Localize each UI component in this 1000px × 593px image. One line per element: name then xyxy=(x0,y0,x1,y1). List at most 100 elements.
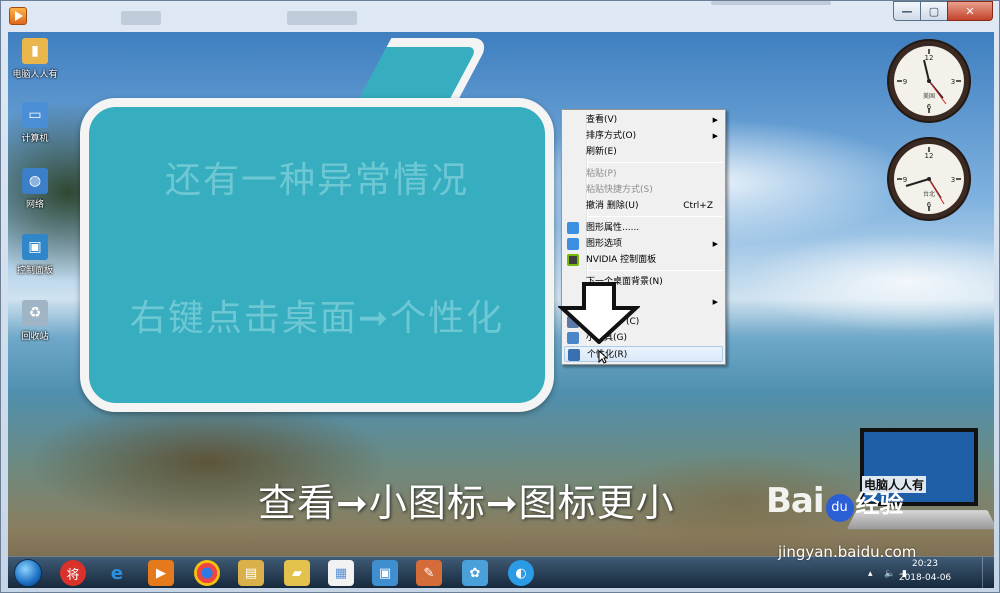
menu-item-personalize[interactable]: 个性化(R) xyxy=(564,346,723,362)
network-icon: ◍ xyxy=(22,168,48,194)
control-panel-icon: ▣ xyxy=(378,565,392,581)
menu-item-label: 刷新(E) xyxy=(586,147,617,157)
menu-separator xyxy=(588,270,723,271)
tray-arrow-icon[interactable]: ▴ xyxy=(868,569,873,579)
taskbar-app-paint[interactable]: ✎ xyxy=(416,560,442,586)
submenu-arrow-icon: ▶ xyxy=(712,240,718,248)
maximize-button[interactable]: ▢ xyxy=(920,1,948,21)
media-player-icon: ▶ xyxy=(156,565,166,581)
desktop-icon-label: 计算机 xyxy=(21,134,49,144)
menu-item-view[interactable]: 查看(V) ▶ xyxy=(564,112,723,128)
watermark-logo-suffix: 经验 xyxy=(855,490,904,518)
show-desktop-button[interactable] xyxy=(982,557,994,589)
taskbar-date[interactable]: 2018-04-06 xyxy=(890,573,960,583)
down-arrow-icon xyxy=(558,282,640,344)
clock-label: 台北 xyxy=(923,190,935,198)
tutorial-caption: 查看➞小图标➞图标更小 xyxy=(258,481,675,525)
menu-item-label: 排序方式(O) xyxy=(586,131,637,141)
document-icon: ▦ xyxy=(334,565,348,581)
desktop-icon-network[interactable]: ◍ 网络 xyxy=(8,168,62,210)
app-window: — ▢ ✕ ▮ 电脑人人有 ▭ 计算机 ◍ 网络 ▣ 控制面板 ♻ 回收站 还有… xyxy=(0,0,1000,593)
baidu-watermark: Bai du 经验 jingyan.baidu.com xyxy=(766,481,916,561)
graphics-properties-icon xyxy=(567,222,579,234)
menu-separator xyxy=(588,216,723,217)
menu-item-paste[interactable]: 粘贴(P) xyxy=(564,166,723,182)
desktop-icon-control-panel[interactable]: ▣ 控制面板 xyxy=(8,234,62,276)
taskbar-app-control-panel[interactable]: ▣ xyxy=(372,560,398,586)
menu-item-paste-shortcut[interactable]: 粘贴快捷方式(S) xyxy=(564,182,723,198)
taskbar-app-media-player[interactable]: ▶ xyxy=(148,560,174,586)
desktop-icon-folder[interactable]: ▮ 电脑人人有 xyxy=(8,38,62,80)
taskbar-app-explorer[interactable]: ▤ xyxy=(238,560,264,586)
control-panel-icon: ▣ xyxy=(22,234,48,260)
taskbar-app-puzzle[interactable]: ✿ xyxy=(462,560,488,586)
speech-bubble: 还有一种异常情况 右键点击桌面➞个性化 xyxy=(80,98,554,412)
desktop-icon-label: 回收站 xyxy=(21,332,49,342)
ie-icon: e xyxy=(110,562,124,584)
taskbar-app-jiang[interactable]: 将 xyxy=(60,560,86,586)
close-button[interactable]: ✕ xyxy=(947,1,993,21)
watermark-logo-prefix: Bai xyxy=(766,481,825,521)
menu-separator xyxy=(588,162,723,163)
svg-text:9: 9 xyxy=(903,78,907,86)
desktop-icon-label: 电脑人人有 xyxy=(12,70,58,80)
menu-item-undo-delete[interactable]: 撤消 删除(U) Ctrl+Z xyxy=(564,198,723,214)
clock-gadget-taipei[interactable]: 12 3 6 9 台北 xyxy=(886,136,972,222)
personalize-icon xyxy=(568,349,580,361)
svg-text:12: 12 xyxy=(925,152,934,160)
nvidia-icon xyxy=(567,254,579,266)
title-bar: — ▢ ✕ xyxy=(1,1,1000,31)
menu-shortcut: Ctrl+Z xyxy=(683,201,713,211)
desktop-icon-computer[interactable]: ▭ 计算机 xyxy=(8,102,62,144)
desktop-icon-label: 控制面板 xyxy=(16,266,53,276)
player-icon[interactable] xyxy=(9,7,27,25)
folder-icon: ▮ xyxy=(22,38,48,64)
graphics-options-icon xyxy=(567,238,579,250)
title-blur xyxy=(287,11,357,25)
svg-text:3: 3 xyxy=(951,78,955,86)
minimize-button[interactable]: — xyxy=(893,1,921,21)
svg-text:12: 12 xyxy=(925,54,934,62)
watermark-url: jingyan.baidu.com xyxy=(778,543,917,561)
menu-item-graphics-properties[interactable]: 图形属性...... xyxy=(564,220,723,236)
taskbar-app-notes[interactable]: ▰ xyxy=(284,560,310,586)
taskbar-app-ie[interactable]: e xyxy=(104,560,130,586)
menu-item-sort[interactable]: 排序方式(O) ▶ xyxy=(564,128,723,144)
window-buttons: — ▢ ✕ xyxy=(893,1,993,21)
submenu-arrow-icon: ▶ xyxy=(712,116,718,124)
menu-item-label: NVIDIA 控制面板 xyxy=(586,255,657,265)
bubble-line-2: 右键点击桌面➞个性化 xyxy=(129,298,505,339)
notes-icon: ▰ xyxy=(292,565,302,581)
puzzle-icon: ✿ xyxy=(469,565,481,581)
clock-label: 美国 xyxy=(923,92,935,100)
menu-item-nvidia[interactable]: NVIDIA 控制面板 xyxy=(564,252,723,268)
svg-text:3: 3 xyxy=(951,176,955,184)
title-blur xyxy=(711,1,831,5)
jiang-icon: 将 xyxy=(66,567,80,583)
title-blur xyxy=(121,11,161,25)
submenu-arrow-icon: ▶ xyxy=(712,132,718,140)
desktop-icon-recycle-bin[interactable]: ♻ 回收站 xyxy=(8,300,62,342)
folder-icon: ▤ xyxy=(244,565,258,581)
svg-text:6: 6 xyxy=(927,201,932,209)
taskbar-app-browser[interactable]: ◐ xyxy=(508,560,534,586)
paint-icon: ✎ xyxy=(423,565,435,581)
mouse-cursor-icon xyxy=(598,350,608,364)
menu-item-label: 查看(V) xyxy=(586,115,618,125)
bubble-line-1: 还有一种异常情况 xyxy=(164,160,469,201)
desktop-icon-label: 网络 xyxy=(25,200,44,210)
paw-icon: du xyxy=(825,493,854,522)
svg-text:9: 9 xyxy=(903,176,907,184)
taskbar-app-document[interactable]: ▦ xyxy=(328,560,354,586)
menu-item-refresh[interactable]: 刷新(E) xyxy=(564,144,723,160)
menu-item-label: 粘贴(P) xyxy=(586,169,617,179)
computer-icon: ▭ xyxy=(22,102,48,128)
start-button[interactable] xyxy=(14,559,42,587)
menu-item-label: 粘贴快捷方式(S) xyxy=(586,185,653,195)
menu-item-label: 图形选项 xyxy=(586,239,623,249)
menu-item-label: 撤消 删除(U) xyxy=(586,201,639,211)
browser-icon: ◐ xyxy=(515,565,527,581)
menu-item-graphics-options[interactable]: 图形选项 ▶ xyxy=(564,236,723,252)
clock-gadget-usa[interactable]: 12 3 6 9 美国 xyxy=(886,38,972,124)
taskbar-app-chrome[interactable] xyxy=(194,560,220,586)
